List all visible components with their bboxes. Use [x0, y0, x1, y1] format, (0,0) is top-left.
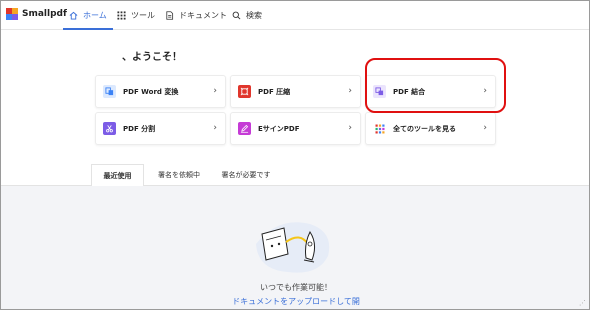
search-icon [232, 11, 241, 20]
tool-label: 全てのツールを見る [393, 125, 456, 133]
nav-tab-search[interactable]: 検索 [232, 1, 262, 30]
tab-signature-requested[interactable]: 署名を依頼中 [149, 164, 209, 186]
chevron-right-icon: › [213, 86, 217, 96]
nav-search-label: 検索 [246, 11, 262, 20]
document-tabs: 最近使用 署名を依頼中 署名が必要です [1, 164, 589, 186]
tab-requested-label: 署名を依頼中 [158, 171, 200, 179]
chevron-right-icon: › [483, 123, 487, 133]
nav-tab-home[interactable]: ホーム [63, 1, 113, 30]
app-window: Smallpdf ホーム ツール ドキュメント 検索 、ようこそ！ PDF Wo… [0, 0, 590, 310]
chevron-right-icon: › [348, 86, 352, 96]
tool-label: PDF 分割 [123, 125, 156, 133]
tab-signature-required[interactable]: 署名が必要です [215, 164, 277, 186]
smallpdf-logo-icon [6, 8, 18, 20]
chevron-right-icon: › [348, 123, 352, 133]
tab-recent[interactable]: 最近使用 [91, 164, 144, 186]
logo-text: Smallpdf [22, 9, 67, 19]
tab-required-label: 署名が必要です [221, 171, 271, 179]
empty-state-title: いつでも作業可能！ [260, 283, 332, 292]
all-tools-grid-icon [373, 122, 386, 135]
document-icon [166, 11, 174, 20]
word-convert-icon [103, 85, 116, 98]
tool-card-word-convert[interactable]: PDF Word 変換 › [95, 75, 226, 108]
empty-state-illustration [256, 222, 330, 273]
nav-documents-label: ドキュメント [179, 11, 227, 20]
tab-recent-label: 最近使用 [103, 171, 132, 180]
split-icon [103, 122, 116, 135]
compress-icon [238, 85, 251, 98]
tool-label: PDF Word 変換 [123, 88, 179, 96]
home-icon [69, 11, 78, 20]
grid-icon [117, 11, 126, 20]
top-nav: Smallpdf ホーム ツール ドキュメント 検索 [1, 1, 589, 30]
nav-tab-tools[interactable]: ツール [117, 1, 155, 30]
chevron-right-icon: › [213, 123, 217, 133]
tool-label: EサインPDF [258, 125, 300, 133]
tool-label: PDF 圧縮 [258, 88, 291, 96]
nav-tools-label: ツール [131, 11, 155, 20]
nav-tab-documents[interactable]: ドキュメント [165, 1, 227, 30]
upload-document-link[interactable]: ドキュメントをアップロードして開 [1, 296, 589, 307]
highlight-annotation [365, 58, 506, 113]
greeting-heading: 、ようこそ！ [122, 52, 182, 63]
tool-card-split[interactable]: PDF 分割 › [95, 112, 226, 145]
resize-handle-icon[interactable]: ⋰ [579, 299, 586, 307]
tool-card-esign[interactable]: EサインPDF › [230, 112, 361, 145]
esign-icon [238, 122, 251, 135]
nav-home-label: ホーム [83, 11, 107, 20]
tool-card-compress[interactable]: PDF 圧縮 › [230, 75, 361, 108]
logo[interactable]: Smallpdf [6, 8, 67, 20]
tool-card-all-tools[interactable]: 全てのツールを見る › [365, 112, 496, 145]
